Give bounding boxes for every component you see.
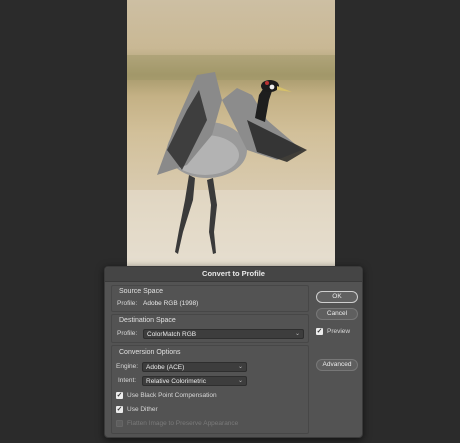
document-image bbox=[127, 0, 335, 268]
ok-button[interactable]: OK bbox=[316, 291, 358, 303]
checkmark-icon: ✓ bbox=[316, 328, 323, 335]
advanced-button[interactable]: Advanced bbox=[316, 359, 358, 371]
intent-label: Intent: bbox=[118, 377, 137, 384]
dialog-title: Convert to Profile bbox=[105, 267, 362, 282]
destination-profile-select[interactable]: ColorMatch RGB ⌄ bbox=[143, 329, 304, 339]
dither-checkbox[interactable]: ✓ bbox=[116, 406, 123, 413]
chevron-down-icon: ⌄ bbox=[294, 331, 300, 337]
engine-value: Adobe (ACE) bbox=[146, 364, 185, 371]
chevron-down-icon: ⌄ bbox=[237, 378, 243, 384]
source-profile-value: Adobe RGB (1998) bbox=[143, 300, 199, 307]
black-point-label: Use Black Point Compensation bbox=[127, 392, 217, 399]
checkmark-icon: ✓ bbox=[116, 406, 123, 413]
checkmark-icon: ✓ bbox=[116, 392, 123, 399]
destination-profile-value: ColorMatch RGB bbox=[147, 331, 197, 338]
preview-label: Preview bbox=[327, 328, 351, 335]
preview-checkbox[interactable]: ✓ bbox=[316, 328, 323, 335]
destination-space-group: Destination Space Profile: ColorMatch RG… bbox=[111, 314, 309, 343]
chevron-down-icon: ⌄ bbox=[237, 364, 243, 370]
cancel-button[interactable]: Cancel bbox=[316, 308, 358, 320]
conversion-options-heading: Conversion Options bbox=[119, 349, 181, 356]
intent-value: Relative Colorimetric bbox=[146, 378, 206, 385]
flatten-checkbox[interactable] bbox=[116, 420, 123, 427]
source-space-heading: Source Space bbox=[119, 288, 163, 295]
conversion-options-group: Conversion Options Engine: Adobe (ACE) ⌄… bbox=[111, 345, 309, 434]
flatten-label: Flatten Image to Preserve Appearance bbox=[127, 420, 239, 427]
intent-select[interactable]: Relative Colorimetric ⌄ bbox=[142, 376, 247, 386]
source-profile-label: Profile: bbox=[117, 300, 138, 307]
engine-label: Engine: bbox=[116, 363, 139, 370]
dither-label: Use Dither bbox=[127, 406, 158, 413]
destination-profile-label: Profile: bbox=[117, 330, 138, 337]
black-point-checkbox[interactable]: ✓ bbox=[116, 392, 123, 399]
destination-space-heading: Destination Space bbox=[119, 317, 176, 324]
engine-select[interactable]: Adobe (ACE) ⌄ bbox=[142, 362, 247, 372]
convert-to-profile-dialog: Convert to Profile Source Space Profile:… bbox=[104, 266, 363, 438]
crane-photo bbox=[127, 0, 335, 268]
source-space-group: Source Space Profile: Adobe RGB (1998) bbox=[111, 285, 309, 312]
